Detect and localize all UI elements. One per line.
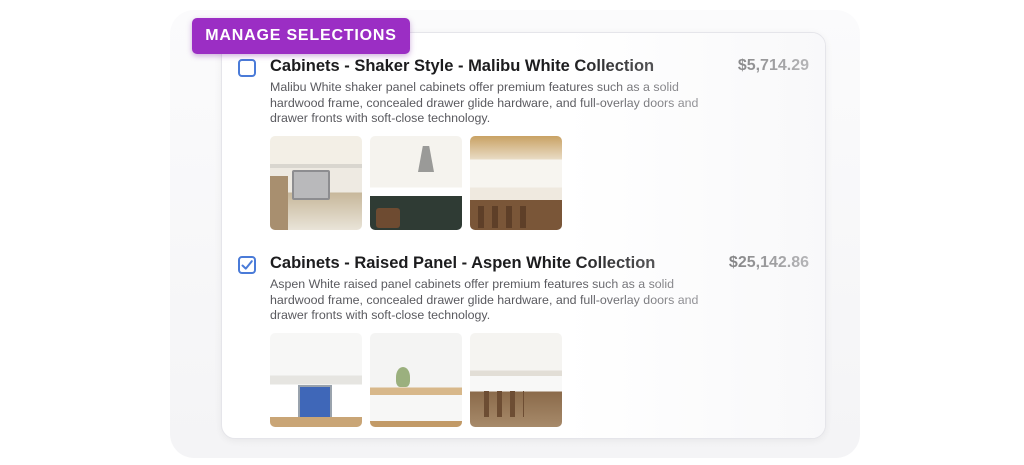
kitchen-photo-thumbnail[interactable]: [270, 136, 362, 230]
manage-selections-banner: MANAGE SELECTIONS: [192, 18, 410, 54]
kitchen-photo-thumbnail[interactable]: [470, 136, 562, 230]
selections-card: Cabinets - Shaker Style - Malibu White C…: [221, 32, 826, 439]
kitchen-photo-thumbnail[interactable]: [370, 136, 462, 230]
item-image-gallery: [270, 333, 562, 427]
item-description: Aspen White raised panel cabinets offer …: [270, 277, 699, 322]
kitchen-photo-thumbnail[interactable]: [470, 333, 562, 427]
item-price: $5,714.29: [737, 57, 809, 74]
item-price: $25,142.86: [728, 254, 809, 271]
selection-checkbox-checked[interactable]: [238, 256, 256, 274]
item-title: Cabinets - Raised Panel - Aspen White Co…: [270, 254, 656, 272]
kitchen-photo-thumbnail[interactable]: [370, 333, 462, 427]
kitchen-photo-thumbnail[interactable]: [270, 333, 362, 427]
item-image-gallery: [270, 136, 562, 230]
selection-checkbox-unchecked[interactable]: [238, 59, 256, 77]
checkmark-icon: [241, 260, 253, 270]
item-description: Malibu White shaker panel cabinets offer…: [270, 80, 699, 125]
item-title: Cabinets - Shaker Style - Malibu White C…: [270, 57, 655, 75]
